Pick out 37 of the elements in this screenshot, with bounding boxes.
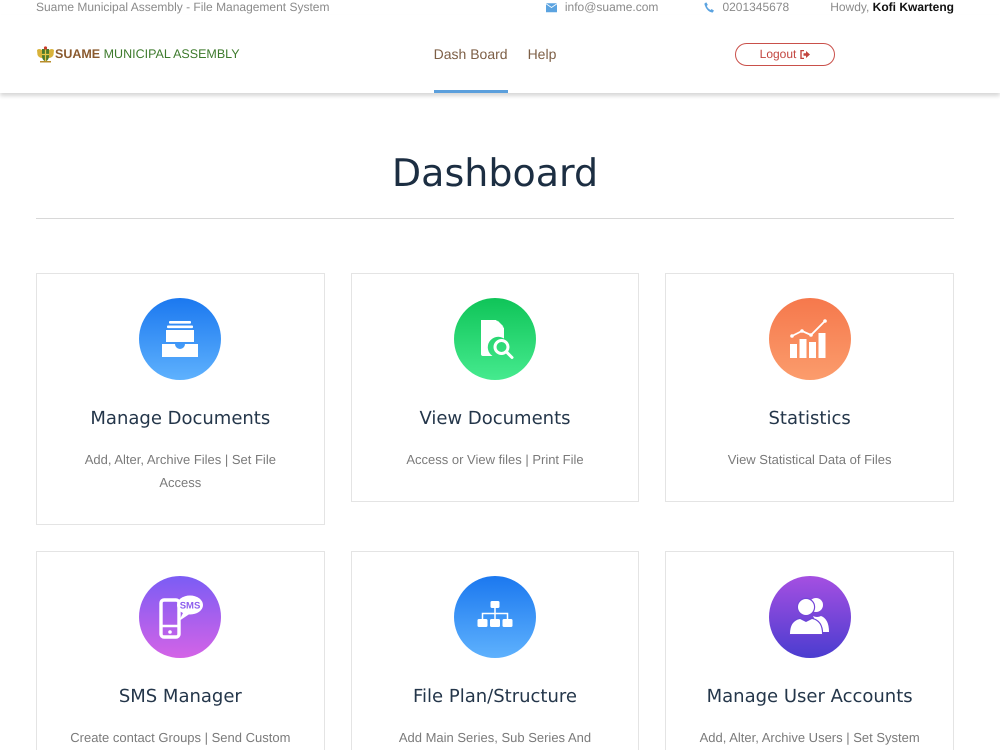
nav-link[interactable]: Dash Board (434, 15, 508, 93)
nav-link[interactable]: Help (528, 15, 556, 93)
phone-icon (704, 2, 714, 13)
card-title: SMS Manager (118, 685, 243, 709)
card-description: Add, Alter, Archive Files | Set File Access (84, 451, 277, 492)
brand-name[interactable]: SUAME MUNICIPAL ASSEMBLY (55, 44, 240, 64)
card-title: View Documents (418, 407, 572, 431)
dashboard-card[interactable]: View Documents Access or View files | Print File (350, 273, 640, 502)
archive-tray-icon (139, 298, 222, 380)
user-greeting: Howdy, Kofi Kwarteng (830, 0, 954, 15)
exit-arrow-icon (800, 50, 810, 58)
page-title: Dashboard (390, 150, 600, 196)
site-title: Suame Municipal Assembly - File Management System (36, 0, 330, 15)
card-description: Access or View files | Print File (405, 451, 585, 469)
card-title: Statistics (767, 407, 852, 431)
card-title: Manage User Accounts (706, 685, 914, 709)
dashboard-card[interactable]: SMS SMS Manager Create contact Groups | Send Custom (36, 551, 325, 750)
envelope-icon (546, 2, 557, 12)
card-description: Create contact Groups | Send Custom (69, 729, 292, 747)
card-description: Add, Alter, Archive Users | Set System (698, 729, 921, 747)
users-icon (768, 576, 851, 658)
phone-number: 0201345678 (722, 0, 790, 15)
hierarchy-icon (454, 576, 536, 658)
dashboard-card[interactable]: Manage User Accounts Add, Alter, Archive Users | Set System (665, 551, 954, 750)
phone-sms-icon: SMS (139, 576, 222, 658)
card-description: Add Main Series, Sub Series And (398, 729, 592, 747)
emblem-icon (36, 46, 55, 62)
dashboard-card[interactable]: File Plan/Structure Add Main Series, Sub Series And (350, 551, 640, 750)
bar-chart-icon (768, 298, 851, 380)
logout-button[interactable]: Logout (735, 42, 835, 66)
card-description: View Statistical Data of Files (726, 451, 893, 469)
dashboard-card[interactable]: Statistics View Statistical Data of Files (665, 273, 954, 502)
dashboard-card[interactable]: Manage Documents Add, Alter, Archive Files | Set File Access (36, 273, 325, 525)
document-search-icon (454, 298, 536, 380)
card-title: Manage Documents (89, 407, 272, 431)
card-title: File Plan/Structure (412, 685, 578, 709)
email-address: info@suame.com (564, 0, 658, 15)
